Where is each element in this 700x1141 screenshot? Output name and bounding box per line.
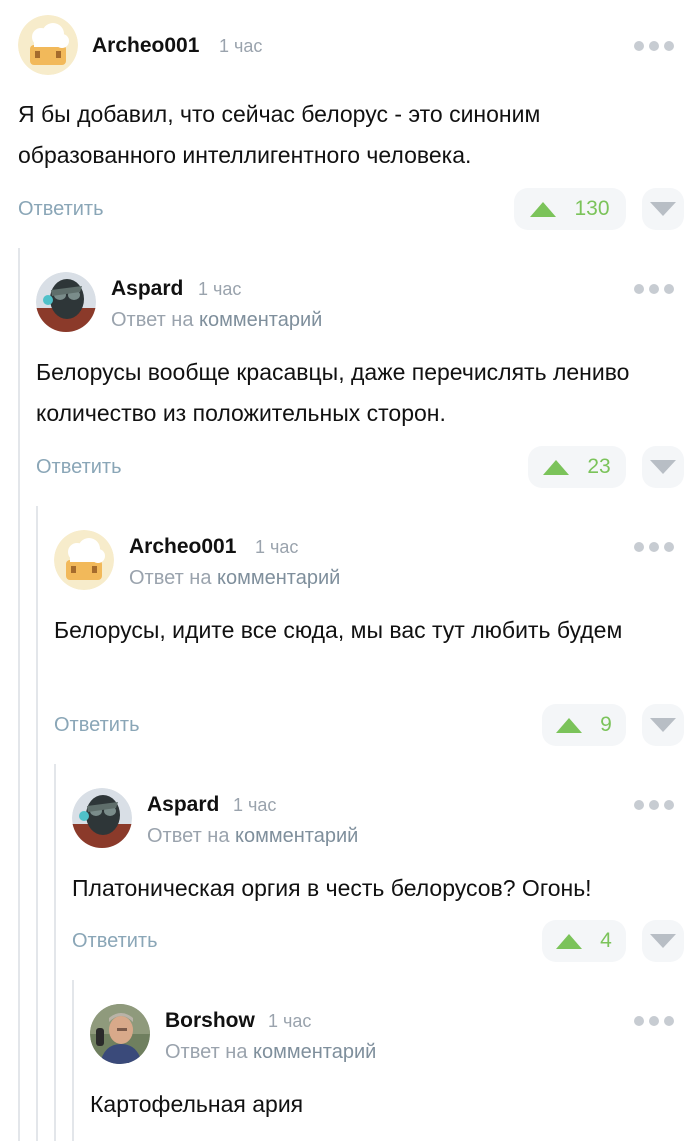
more-options-button[interactable] — [634, 40, 674, 52]
comment-text: Картофельная ария — [90, 1091, 304, 1117]
avatar[interactable] — [72, 788, 132, 848]
reply-to-label: Ответ на комментарий — [129, 567, 340, 590]
comment-text: Платоническая оргия в честь белорусов? О… — [72, 875, 592, 901]
upvote-triangle-icon — [530, 201, 557, 217]
avatar[interactable] — [18, 15, 78, 75]
reply-to-comment-link[interactable]: комментарий — [199, 309, 322, 331]
more-options-button[interactable] — [634, 1015, 674, 1027]
upvote-button[interactable]: 9 — [542, 704, 626, 746]
reply-to-comment-link[interactable]: комментарий — [217, 567, 340, 589]
comment-author[interactable]: Borshow — [165, 1009, 255, 1033]
reply-button[interactable]: Ответить — [36, 456, 122, 479]
more-dots-icon — [634, 542, 644, 552]
mask-avatar-icon — [36, 272, 96, 332]
comment-text: Белорусы, идите все сюда, мы вас тут люб… — [54, 617, 623, 643]
reply-to-label: Ответ на комментарий — [147, 825, 358, 848]
more-dots-icon — [634, 284, 644, 294]
reply-button[interactable]: Ответить — [18, 198, 104, 221]
comment-author[interactable]: Archeo001 — [92, 34, 199, 58]
reply-button[interactable]: Ответить — [72, 930, 158, 953]
downvote-button[interactable] — [642, 188, 684, 230]
more-options-button[interactable] — [634, 283, 674, 295]
avatar[interactable] — [54, 530, 114, 590]
upvote-button[interactable]: 23 — [528, 446, 626, 488]
reply-to-comment-link[interactable]: комментарий — [253, 1041, 376, 1063]
comment-score: 130 — [574, 197, 610, 220]
more-options-button[interactable] — [634, 799, 674, 811]
reply-button[interactable]: Ответить — [54, 714, 140, 737]
thread-line-level-2 — [36, 506, 38, 1141]
upvote-triangle-icon — [543, 459, 570, 475]
comment-author[interactable]: Aspard — [147, 793, 219, 817]
comment-time: 1 час — [198, 279, 242, 299]
comment-author[interactable]: Archeo001 — [129, 535, 236, 559]
mask-avatar-icon — [72, 788, 132, 848]
comment-score: 4 — [600, 929, 612, 952]
comment-text: Я бы добавил, что сейчас белорус - это с… — [18, 101, 541, 168]
reply-to-prefix: Ответ на — [129, 567, 212, 589]
reply-to-prefix: Ответ на — [165, 1041, 248, 1063]
reply-to-label: Ответ на комментарий — [111, 309, 322, 332]
downvote-button[interactable] — [642, 446, 684, 488]
more-dots-icon — [634, 800, 644, 810]
downvote-triangle-icon — [650, 718, 676, 732]
upvote-button[interactable]: 4 — [542, 920, 626, 962]
thread-line-level-3 — [54, 764, 56, 1141]
reply-to-label: Ответ на комментарий — [165, 1041, 376, 1064]
chef-hat-avatar-icon — [54, 530, 114, 590]
more-dots-icon — [634, 1016, 644, 1026]
chef-hat-avatar-icon — [18, 15, 78, 75]
upvote-button[interactable]: 130 — [514, 188, 626, 230]
downvote-triangle-icon — [650, 202, 676, 216]
comment-time: 1 час — [268, 1011, 312, 1031]
downvote-triangle-icon — [650, 460, 676, 474]
avatar[interactable] — [90, 1004, 150, 1064]
comment-time: 1 час — [255, 537, 299, 557]
downvote-button[interactable] — [642, 704, 684, 746]
reply-to-prefix: Ответ на — [147, 825, 230, 847]
comment-text: Белорусы вообще красавцы, даже перечисля… — [36, 359, 630, 426]
comment-author[interactable]: Aspard — [111, 277, 183, 301]
reply-to-comment-link[interactable]: комментарий — [235, 825, 358, 847]
thread-line-level-1 — [18, 248, 20, 1141]
upvote-triangle-icon — [556, 933, 583, 949]
downvote-triangle-icon — [650, 934, 676, 948]
comment-time: 1 час — [219, 36, 263, 56]
man-portrait-avatar-icon — [90, 1004, 150, 1064]
more-options-button[interactable] — [634, 541, 674, 553]
thread-line-level-4 — [72, 980, 74, 1141]
avatar[interactable] — [36, 272, 96, 332]
comment-score: 23 — [587, 455, 611, 478]
downvote-button[interactable] — [642, 920, 684, 962]
more-dots-icon — [634, 41, 644, 51]
comment-time: 1 час — [233, 795, 277, 815]
reply-to-prefix: Ответ на — [111, 309, 194, 331]
upvote-triangle-icon — [556, 717, 583, 733]
comment-score: 9 — [600, 713, 612, 736]
